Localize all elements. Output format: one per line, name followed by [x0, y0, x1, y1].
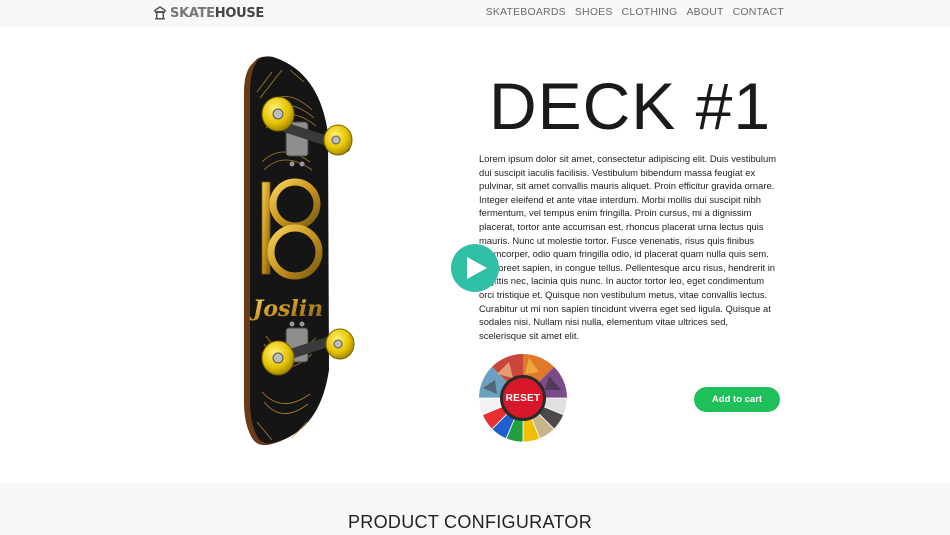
skateboard-image: Joslin — [244, 56, 355, 446]
nav-skateboards[interactable]: SKATEBOARDS — [486, 6, 566, 18]
reset-button[interactable]: RESET — [500, 375, 546, 421]
logo-text: SKATEHOUSE — [170, 6, 264, 21]
add-to-cart-button[interactable]: Add to cart — [694, 387, 780, 412]
play-icon — [467, 257, 487, 279]
site-logo[interactable]: SKATEHOUSE — [153, 4, 264, 22]
product-description: Lorem ipsum dolor sit amet, consectetur … — [479, 153, 777, 341]
deck-brand-text: Joslin — [249, 296, 323, 322]
play-button[interactable] — [451, 244, 499, 292]
nav-contact[interactable]: CONTACT — [733, 6, 784, 18]
skateboard-3d-view[interactable]: Joslin — [232, 52, 362, 450]
nav-clothing[interactable]: CLOTHING — [622, 6, 678, 18]
main-nav: SKATEBOARDS SHOES CLOTHING ABOUT CONTACT — [486, 6, 784, 18]
product-title: DECK #1 — [488, 69, 772, 143]
top-navbar: SKATEHOUSE SKATEBOARDS SHOES CLOTHING AB… — [0, 0, 950, 27]
product-configurator-section: PRODUCT CONFIGURATOR — [0, 483, 950, 535]
nav-shoes[interactable]: SHOES — [575, 6, 613, 18]
logo-text-secondary: HOUSE — [214, 5, 265, 21]
shop-icon — [153, 6, 167, 20]
logo-text-primary: SKATE — [170, 5, 215, 21]
configurator-title: PRODUCT CONFIGURATOR — [347, 512, 592, 532]
nav-about[interactable]: ABOUT — [686, 6, 723, 18]
